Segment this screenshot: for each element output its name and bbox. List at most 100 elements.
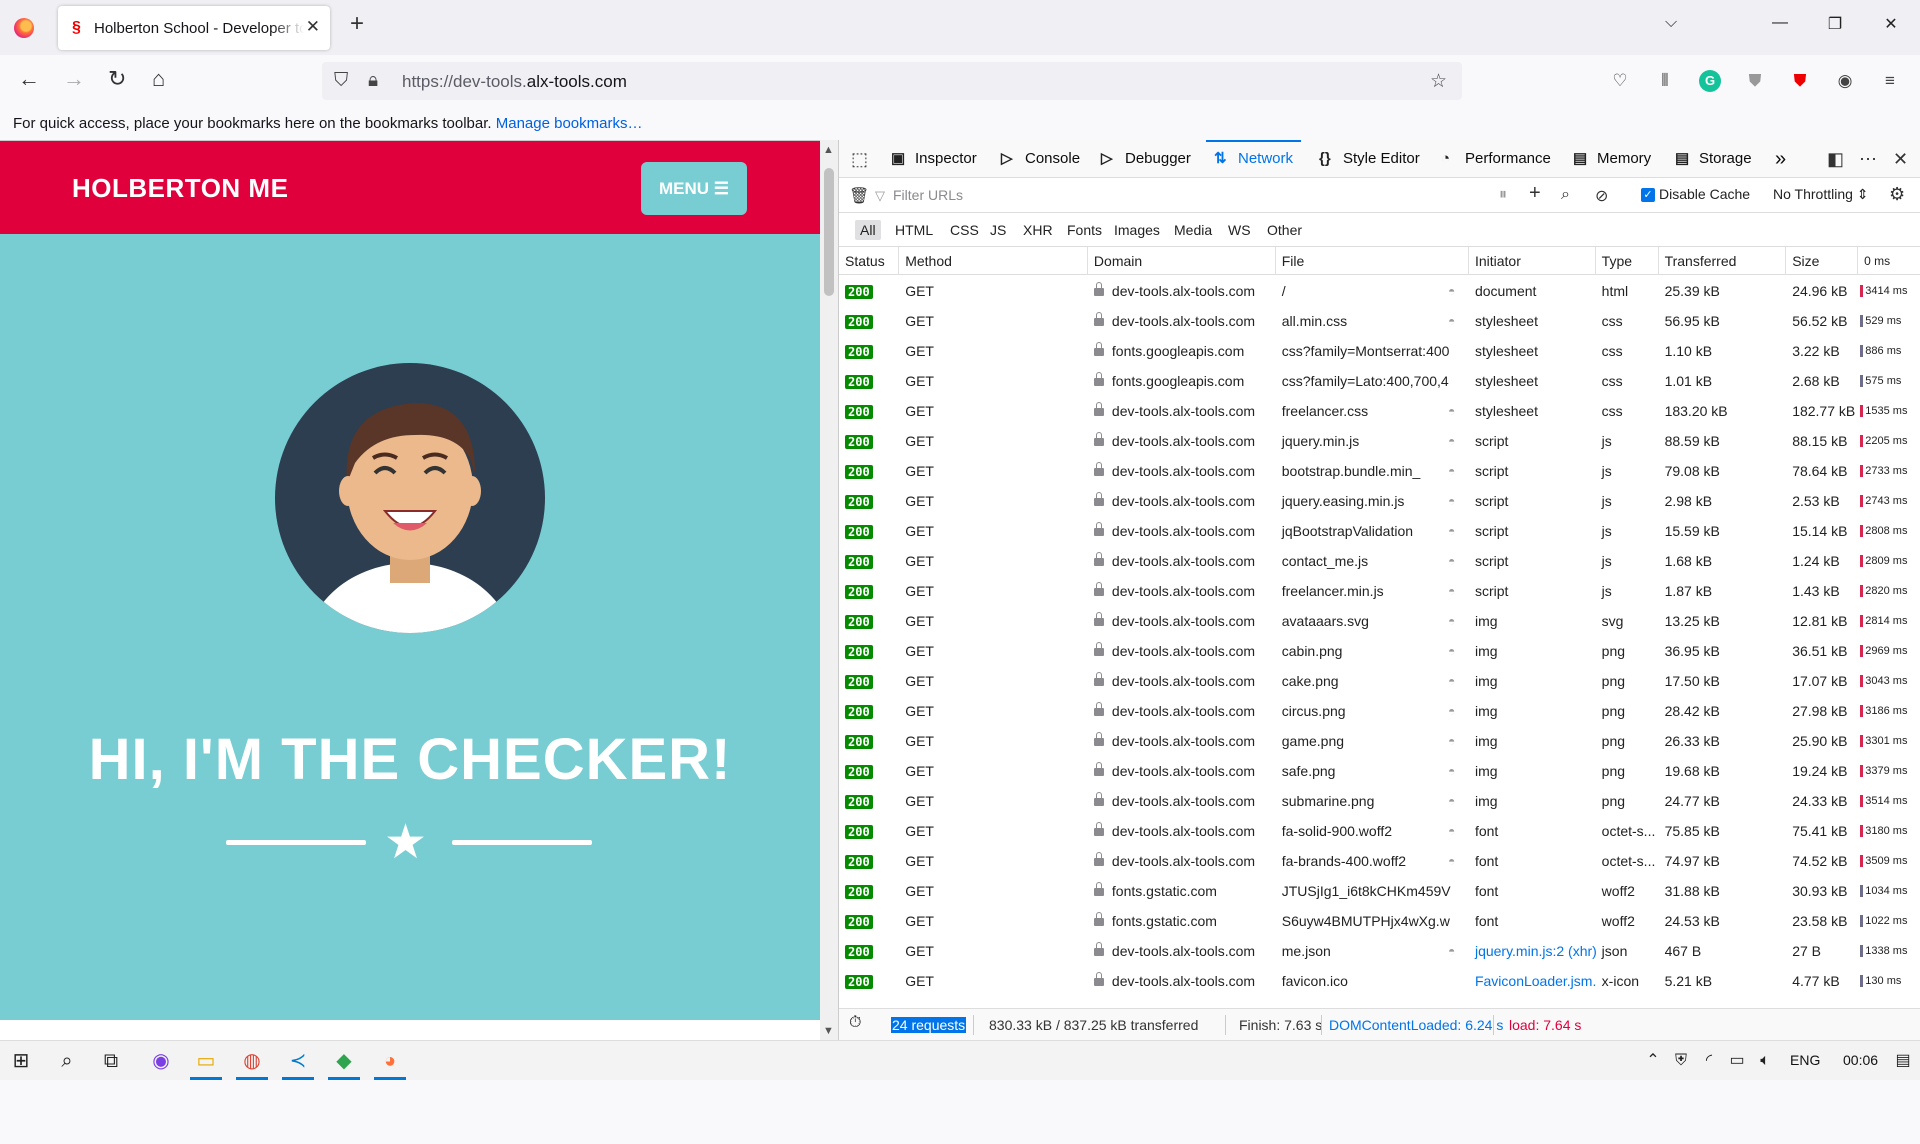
input-language[interactable]: ENG — [1790, 1052, 1820, 1068]
close-window-icon[interactable]: ✕ — [1868, 14, 1914, 34]
request-row[interactable]: 200 GET dev-tools.alx-tools.com fa-solid-90… — [839, 816, 1920, 846]
file-explorer-icon[interactable]: ▭ — [193, 1049, 219, 1073]
request-row[interactable]: 200 GET dev-tools.alx-tools.com jquery.easi… — [839, 486, 1920, 516]
minimize-icon[interactable]: — — [1757, 14, 1803, 32]
library-icon[interactable]: ⫴ — [1654, 70, 1676, 92]
close-devtools-icon[interactable]: ✕ — [1893, 149, 1908, 170]
request-row[interactable]: 200 GET dev-tools.alx-tools.com bootstrap.b… — [839, 456, 1920, 486]
scroll-down-icon[interactable]: ▼ — [823, 1025, 834, 1037]
request-row[interactable]: 200 GET dev-tools.alx-tools.com jquery.min.… — [839, 426, 1920, 456]
tab-debugger[interactable]: ▷ Debugger — [1101, 140, 1191, 178]
request-row[interactable]: 200 GET dev-tools.alx-tools.com freelancer.… — [839, 576, 1920, 606]
bookmark-star-icon[interactable]: ☆ — [1430, 70, 1447, 93]
grammarly-icon[interactable]: G — [1699, 70, 1721, 92]
task-view-icon[interactable]: ⧉ — [98, 1049, 124, 1073]
menu-button[interactable]: MENU ☰ — [641, 162, 747, 215]
column-status[interactable]: Status — [839, 247, 900, 275]
vscode-icon[interactable]: ≺ — [285, 1049, 311, 1073]
hamburger-menu-icon[interactable]: ≡ — [1879, 70, 1901, 92]
disable-cache-label[interactable]: Disable Cache — [1659, 186, 1750, 202]
app-icon[interactable]: ◉ — [148, 1049, 174, 1073]
firefox-taskbar-icon[interactable]: ◕ — [377, 1049, 403, 1073]
request-row[interactable]: 200 GET fonts.gstatic.com JTUSjIg1_i6t8kCHK… — [839, 876, 1920, 906]
request-row[interactable]: 200 GET dev-tools.alx-tools.com contact_me.… — [839, 546, 1920, 576]
cell-initiator[interactable]: FaviconLoader.jsm... — [1469, 966, 1596, 996]
home-icon[interactable]: ⌂ — [152, 67, 165, 91]
column-size[interactable]: Size — [1786, 247, 1859, 275]
column-method[interactable]: Method — [899, 247, 1088, 275]
tracking-shield-icon[interactable]: ⛉ — [334, 70, 348, 92]
filter-urls-input[interactable]: Filter URLs — [893, 184, 1323, 206]
url-text[interactable]: https://dev-tools.alx-tools.com — [402, 72, 627, 92]
filter-css[interactable]: CSS — [945, 220, 984, 240]
element-picker-icon[interactable]: ⬚ — [851, 149, 868, 170]
request-row[interactable]: 200 GET dev-tools.alx-tools.com freelancer.… — [839, 396, 1920, 426]
request-row[interactable]: 200 GET dev-tools.alx-tools.com / document ht… — [839, 276, 1920, 306]
account-icon[interactable]: ◉ — [1834, 70, 1856, 92]
tab-console[interactable]: ▷ Console — [1001, 140, 1080, 178]
filter-js[interactable]: JS — [985, 220, 1011, 240]
filter-images[interactable]: Images — [1109, 220, 1165, 240]
chrome-icon[interactable]: ◍ — [239, 1049, 265, 1073]
filter-other[interactable]: Other — [1262, 220, 1307, 240]
windows-start-icon[interactable]: ⊞ — [8, 1049, 34, 1073]
block-icon[interactable]: ⊘ — [1595, 186, 1608, 206]
url-bar[interactable]: ⛉ 🔒︎ https://dev-tools.alx-tools.com ☆ — [322, 62, 1462, 100]
clock[interactable]: 00:06 — [1843, 1052, 1878, 1068]
request-row[interactable]: 200 GET fonts.googleapis.com css?family=Mon… — [839, 336, 1920, 366]
browser-tab[interactable]: § Holberton School - Developer tools ✕ — [58, 6, 330, 50]
back-icon[interactable]: ← — [18, 67, 40, 91]
filter-html[interactable]: HTML — [890, 220, 938, 240]
filter-ws[interactable]: WS — [1223, 220, 1256, 240]
search-icon[interactable]: ⌕ — [54, 1049, 80, 1073]
tray-chevron-icon[interactable]: ⌃ — [1640, 1049, 1666, 1073]
trash-icon[interactable]: 🗑︎ — [849, 186, 869, 206]
privacy-shield-icon[interactable]: ⛊ — [1744, 70, 1766, 92]
throttling-select[interactable]: No Throttling ⇕ — [1773, 186, 1869, 203]
request-row[interactable]: 200 GET dev-tools.alx-tools.com jqBootstrap… — [839, 516, 1920, 546]
filter-xhr[interactable]: XHR — [1018, 220, 1058, 240]
request-row[interactable]: 200 GET dev-tools.alx-tools.com circus.png i… — [839, 696, 1920, 726]
dock-side-icon[interactable]: ◧ — [1827, 149, 1844, 170]
request-row[interactable]: 200 GET dev-tools.alx-tools.com favicon.ico… — [839, 966, 1920, 996]
ublock-icon[interactable]: ⛊ — [1789, 70, 1811, 92]
tab-style-editor[interactable]: {} Style Editor — [1319, 140, 1420, 178]
git-app-icon[interactable]: ◆ — [331, 1049, 357, 1073]
column-type[interactable]: Type — [1596, 247, 1659, 275]
forward-icon[interactable]: → — [63, 67, 85, 91]
site-brand[interactable]: HOLBERTON ME — [72, 173, 288, 204]
request-row[interactable]: 200 GET dev-tools.alx-tools.com me.json jque… — [839, 936, 1920, 966]
close-tab-icon[interactable]: ✕ — [306, 17, 320, 37]
request-row[interactable]: 200 GET fonts.googleapis.com css?family=Lat… — [839, 366, 1920, 396]
request-row[interactable]: 200 GET dev-tools.alx-tools.com safe.png img… — [839, 756, 1920, 786]
column-transferred[interactable]: Transferred — [1659, 247, 1787, 275]
request-row[interactable]: 200 GET dev-tools.alx-tools.com game.png img… — [839, 726, 1920, 756]
tab-inspector[interactable]: ▣ Inspector — [891, 140, 977, 178]
restore-icon[interactable]: ❐ — [1812, 14, 1858, 34]
tab-memory[interactable]: ▤ Memory — [1573, 140, 1651, 178]
reload-icon[interactable]: ↻ — [108, 67, 126, 91]
filter-fonts[interactable]: Fonts — [1062, 220, 1107, 240]
filter-media[interactable]: Media — [1169, 220, 1217, 240]
column-domain[interactable]: Domain — [1088, 247, 1276, 275]
notifications-icon[interactable]: ▤ — [1890, 1049, 1916, 1073]
manage-bookmarks-link[interactable]: Manage bookmarks… — [496, 115, 643, 132]
request-row[interactable]: 200 GET dev-tools.alx-tools.com cabin.png im… — [839, 636, 1920, 666]
tab-storage[interactable]: ▤ Storage — [1675, 140, 1752, 178]
security-icon[interactable]: ⛨ — [1668, 1049, 1694, 1073]
tab-performance[interactable]: ◔ Performance — [1441, 140, 1551, 178]
settings-gear-icon[interactable]: ⚙ — [1889, 184, 1905, 205]
request-row[interactable]: 200 GET dev-tools.alx-tools.com all.min.css… — [839, 306, 1920, 336]
battery-icon[interactable]: ▭ — [1724, 1049, 1750, 1073]
request-row[interactable]: 200 GET fonts.gstatic.com S6uyw4BMUTPHjx4wX… — [839, 906, 1920, 936]
more-options-icon[interactable]: ⋯ — [1859, 149, 1877, 170]
scrollbar-thumb[interactable] — [824, 168, 834, 296]
column-file[interactable]: File — [1276, 247, 1469, 275]
volume-icon[interactable]: 🔈︎ — [1752, 1049, 1778, 1073]
request-row[interactable]: 200 GET dev-tools.alx-tools.com cake.png img… — [839, 666, 1920, 696]
column-initiator[interactable]: Initiator — [1469, 247, 1596, 275]
search-icon[interactable]: ⌕ — [1561, 186, 1570, 204]
wifi-icon[interactable]: ◜ — [1696, 1049, 1722, 1073]
scroll-up-icon[interactable]: ▲ — [823, 144, 834, 156]
disable-cache-checkbox[interactable]: ✓ — [1641, 188, 1655, 202]
